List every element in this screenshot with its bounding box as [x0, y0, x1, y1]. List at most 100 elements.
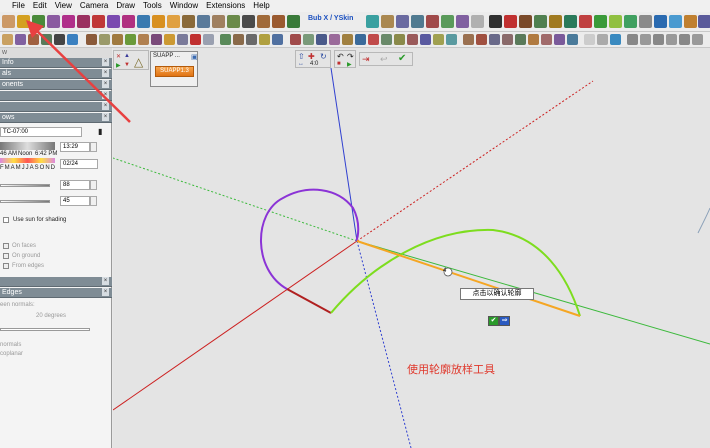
move-icon[interactable]: [197, 15, 210, 28]
date-slider[interactable]: [0, 158, 55, 163]
loft-icon[interactable]: [456, 15, 469, 28]
followme-icon[interactable]: [167, 15, 180, 28]
uv-icon[interactable]: [151, 34, 162, 45]
panel-menu-icon[interactable]: ▣: [191, 53, 198, 61]
accept-check-icon[interactable]: ✔: [488, 316, 499, 326]
model-viewport[interactable]: 4 ✕ ▲ ▶ ▼ △ SUAPP ... ▣ SUAPP1.3 ⇧ ✚ ↻ ↔…: [113, 48, 710, 448]
copy-icon[interactable]: [203, 34, 214, 45]
time-field[interactable]: 13:29: [60, 142, 90, 152]
scene-icon[interactable]: [502, 34, 513, 45]
array-icon[interactable]: [220, 34, 231, 45]
sphere-icon[interactable]: [609, 15, 622, 28]
top-view-icon[interactable]: [627, 34, 638, 45]
style-icon[interactable]: [541, 34, 552, 45]
next-arrow-icon[interactable]: ⇒: [499, 316, 510, 326]
lamp-icon[interactable]: [476, 34, 487, 45]
skin-icon[interactable]: [366, 15, 379, 28]
menu-extensions[interactable]: Extensions: [202, 0, 249, 12]
soften-icon[interactable]: [164, 34, 175, 45]
shadow-icon[interactable]: [567, 34, 578, 45]
time-slider[interactable]: [0, 142, 55, 150]
fold-icon[interactable]: [381, 15, 394, 28]
front-view-icon[interactable]: [640, 34, 651, 45]
undo-icon[interactable]: ↶: [337, 52, 344, 61]
solid-icon[interactable]: [242, 15, 255, 28]
lens-icon[interactable]: [639, 15, 652, 28]
floor-icon[interactable]: [342, 34, 353, 45]
from-edges-checkbox[interactable]: [3, 263, 9, 269]
pushpull-icon[interactable]: [152, 15, 165, 28]
stairs-icon[interactable]: [272, 34, 283, 45]
redo-icon[interactable]: ↷: [347, 52, 354, 61]
pan-icon[interactable]: [597, 34, 608, 45]
bubx-label[interactable]: Bub X / YSkin: [308, 15, 353, 22]
camera-icon[interactable]: [489, 34, 500, 45]
on-faces-checkbox[interactable]: [3, 243, 9, 249]
import-icon[interactable]: [684, 15, 697, 28]
tree-icon[interactable]: [549, 15, 562, 28]
weld-icon[interactable]: [411, 15, 424, 28]
grid-icon[interactable]: [471, 15, 484, 28]
suapp-button[interactable]: SUAPP1.3: [155, 66, 194, 77]
menu-tools[interactable]: Tools: [139, 0, 166, 12]
on-ground-checkbox[interactable]: [3, 253, 9, 259]
wall-icon[interactable]: [290, 34, 301, 45]
light-field[interactable]: 88: [60, 180, 90, 190]
outliner-icon[interactable]: [528, 34, 539, 45]
tray-soften-edges[interactable]: Edges ×: [0, 288, 112, 298]
furniture-icon[interactable]: [463, 34, 474, 45]
align-icon[interactable]: [246, 34, 257, 45]
window-icon[interactable]: [316, 34, 327, 45]
menu-window[interactable]: Window: [166, 0, 202, 12]
slab-icon[interactable]: [355, 34, 366, 45]
rotate-arrow-icon[interactable]: ↻: [320, 52, 327, 61]
exit-icon[interactable]: ⇥: [362, 54, 370, 65]
move-cross-icon[interactable]: ✚: [308, 52, 315, 61]
dark-field[interactable]: 45: [60, 196, 90, 206]
subdivide-icon[interactable]: [504, 15, 517, 28]
surface-icon[interactable]: [287, 15, 300, 28]
contour-icon[interactable]: [433, 34, 444, 45]
use-sun-checkbox[interactable]: [3, 217, 9, 223]
soften-slider[interactable]: [0, 328, 90, 331]
horizontal-arrow-icon[interactable]: ↔: [298, 61, 304, 67]
rotate-icon[interactable]: [212, 15, 225, 28]
flip-icon[interactable]: [177, 34, 188, 45]
play-small-icon[interactable]: ▶: [347, 61, 352, 68]
tray-collapsed[interactable]: ×: [0, 277, 112, 287]
light-slider[interactable]: [0, 184, 50, 187]
checker-icon[interactable]: [489, 15, 502, 28]
shape-icon[interactable]: [257, 15, 270, 28]
drop-icon[interactable]: [259, 34, 270, 45]
date-field[interactable]: 02/24: [60, 159, 98, 169]
leaf-icon[interactable]: [564, 15, 577, 28]
iso-view-icon[interactable]: [610, 34, 621, 45]
terrain-icon[interactable]: [420, 34, 431, 45]
collapse-icon[interactable]: ×: [102, 288, 109, 296]
fog-icon[interactable]: [554, 34, 565, 45]
bottom-view-icon[interactable]: [692, 34, 703, 45]
split-icon[interactable]: [396, 15, 409, 28]
plant-icon[interactable]: [594, 15, 607, 28]
collapse-icon[interactable]: ×: [102, 277, 109, 285]
record-icon[interactable]: ■: [337, 61, 341, 67]
dark-slider[interactable]: [0, 200, 50, 203]
door-icon[interactable]: [303, 34, 314, 45]
export-icon[interactable]: [669, 15, 682, 28]
smooth-icon[interactable]: [519, 15, 532, 28]
light-spinner[interactable]: [90, 180, 97, 190]
trim-icon[interactable]: [426, 15, 439, 28]
stretch-icon[interactable]: ⇧: [298, 52, 305, 61]
beam-icon[interactable]: [381, 34, 392, 45]
roof-icon[interactable]: [329, 34, 340, 45]
layer-icon[interactable]: [515, 34, 526, 45]
road-icon[interactable]: [407, 34, 418, 45]
rose-icon[interactable]: [579, 15, 592, 28]
confirm-check-icon[interactable]: ✔: [398, 53, 406, 64]
render-icon[interactable]: [654, 15, 667, 28]
menu-help[interactable]: Help: [249, 0, 273, 12]
column-icon[interactable]: [368, 34, 379, 45]
crease-icon[interactable]: [534, 15, 547, 28]
box-icon[interactable]: [272, 15, 285, 28]
offset-icon[interactable]: [182, 15, 195, 28]
